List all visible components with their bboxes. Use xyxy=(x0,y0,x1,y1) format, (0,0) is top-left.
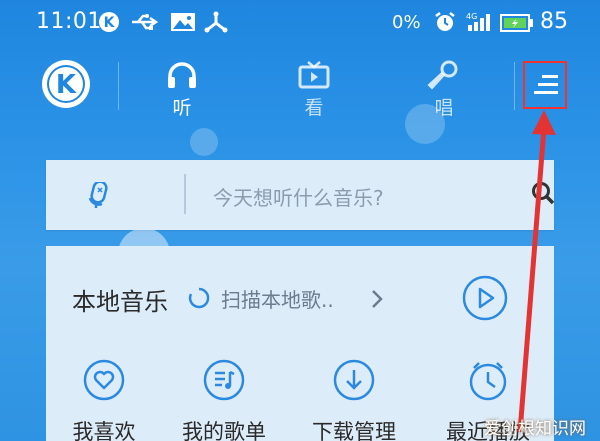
microphone-icon xyxy=(427,60,458,90)
clock-icon xyxy=(469,362,507,401)
nav-divider xyxy=(118,62,119,110)
menu-button[interactable] xyxy=(523,61,567,109)
scan-local-songs[interactable]: 扫描本地歌.. xyxy=(221,284,334,313)
tab-label: 唱 xyxy=(434,97,454,119)
local-music-card: 本地音乐 扫描本地歌.. 我喜欢 我的歌单 下载管理 最近播放 xyxy=(46,246,554,441)
search-bar[interactable]: 今天想听什么音乐? xyxy=(46,160,556,230)
search-divider xyxy=(184,174,186,214)
play-circle-icon[interactable] xyxy=(461,274,509,326)
share-icon xyxy=(204,11,228,39)
usb-icon xyxy=(130,11,159,39)
scan-spinner-icon xyxy=(187,286,211,314)
voice-search-icon[interactable] xyxy=(86,180,110,214)
local-music-title[interactable]: 本地音乐 xyxy=(72,282,168,317)
menu-icon xyxy=(534,75,558,94)
status-time: 11:01 xyxy=(36,9,102,34)
quick-action-label: 我的歌单 xyxy=(182,420,266,441)
tab-sing[interactable]: 唱 xyxy=(404,60,484,124)
watermark: 爱创根知识网 xyxy=(484,419,586,439)
quick-action-label: 我喜欢 xyxy=(72,420,136,441)
download-icon xyxy=(333,359,375,401)
top-nav: K 听 看 唱 xyxy=(0,44,600,128)
search-icon[interactable] xyxy=(530,180,556,210)
svg-text:K: K xyxy=(104,15,116,31)
image-icon xyxy=(170,11,196,39)
nav-divider xyxy=(514,62,515,110)
logo-letter: K xyxy=(56,70,77,100)
battery-level: 85 xyxy=(540,9,568,34)
tab-watch[interactable]: 看 xyxy=(274,60,354,124)
search-input[interactable]: 今天想听什么音乐? xyxy=(213,182,384,211)
tv-icon xyxy=(298,61,330,89)
quick-action-label: 下载管理 xyxy=(312,420,396,441)
heart-icon xyxy=(83,359,125,401)
signal-4g-icon: 4G xyxy=(464,11,494,39)
tab-label: 看 xyxy=(304,97,324,119)
k-app-icon: K xyxy=(98,11,120,39)
headphones-icon xyxy=(168,62,196,88)
svg-text:4G: 4G xyxy=(466,12,477,21)
chevron-right-icon[interactable] xyxy=(370,288,384,314)
quick-action-favorites[interactable]: 我喜欢 xyxy=(54,358,154,441)
tab-label: 听 xyxy=(172,97,192,119)
kugou-logo[interactable]: K xyxy=(40,58,92,110)
alarm-icon xyxy=(434,11,456,39)
status-bar: 11:01 K 0% 4G 85 xyxy=(0,0,600,44)
quick-action-playlists[interactable]: 我的歌单 xyxy=(174,358,274,441)
app-screen: 11:01 K 0% 4G 85 K 听 看 唱 今天想听什么音乐? 本地音乐 … xyxy=(0,0,600,441)
data-rate: 0% xyxy=(392,12,421,33)
playlist-icon xyxy=(203,359,245,401)
battery-icon xyxy=(500,13,534,39)
quick-action-downloads[interactable]: 下载管理 xyxy=(304,358,404,441)
tab-listen[interactable]: 听 xyxy=(142,60,222,124)
